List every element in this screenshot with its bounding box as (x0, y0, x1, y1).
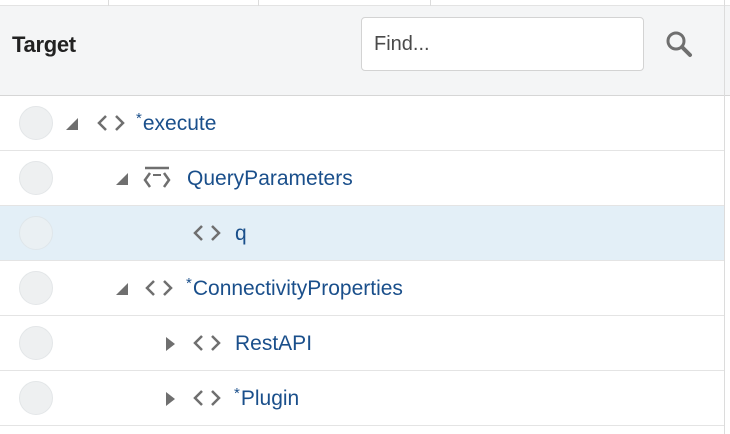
node-name: execute (142, 112, 217, 135)
group-icon (143, 166, 171, 188)
node-name: QueryParameters (187, 167, 353, 190)
tree-row-q[interactable]: q (0, 206, 724, 261)
tree-node-label[interactable]: q (234, 220, 247, 246)
node-name: Plugin (240, 387, 300, 410)
node-name: RestAPI (235, 332, 313, 355)
tree-row-queryparameters[interactable]: QueryParameters (0, 151, 724, 206)
panel-title: Target (12, 32, 76, 57)
element-icon (97, 115, 125, 131)
search-button[interactable] (660, 26, 700, 62)
expanded-triangle-icon[interactable] (114, 170, 130, 188)
row-select-radio[interactable] (19, 326, 53, 360)
expanded-triangle-icon[interactable] (114, 280, 130, 298)
node-name: q (235, 222, 247, 245)
tree-row-restapi[interactable]: RestAPI (0, 316, 724, 371)
required-marker: * (234, 385, 240, 402)
tree-node-label[interactable]: QueryParameters (186, 165, 353, 191)
element-icon (193, 390, 221, 406)
tree-node-label[interactable]: *execute (136, 110, 216, 136)
row-select-radio[interactable] (19, 271, 53, 305)
element-icon (145, 280, 173, 296)
element-icon (193, 335, 221, 351)
target-panel-header: Target (0, 6, 730, 96)
tree-row-execute[interactable]: *execute (0, 96, 724, 151)
row-select-radio[interactable] (19, 106, 53, 140)
tree-row-plugin[interactable]: *Plugin (0, 371, 724, 426)
row-select-radio[interactable] (19, 161, 53, 195)
panel-bottom (0, 426, 724, 434)
collapsed-triangle-icon[interactable] (162, 390, 178, 408)
required-marker: * (186, 275, 192, 292)
node-name: ConnectivityProperties (192, 277, 403, 300)
search-icon (666, 31, 692, 57)
find-input[interactable] (361, 17, 644, 71)
tree-node-label[interactable]: RestAPI (234, 330, 312, 356)
element-icon (193, 225, 221, 241)
row-select-radio[interactable] (19, 216, 53, 250)
row-select-radio[interactable] (19, 381, 53, 415)
collapsed-triangle-icon[interactable] (162, 335, 178, 353)
tree-node-label[interactable]: *ConnectivityProperties (186, 275, 403, 301)
required-marker: * (136, 110, 142, 127)
tree-row-connectivityproperties[interactable]: *ConnectivityProperties (0, 261, 724, 316)
panel-right-border (724, 6, 725, 434)
expanded-triangle-icon[interactable] (64, 115, 80, 133)
tree-node-label[interactable]: *Plugin (234, 385, 299, 411)
